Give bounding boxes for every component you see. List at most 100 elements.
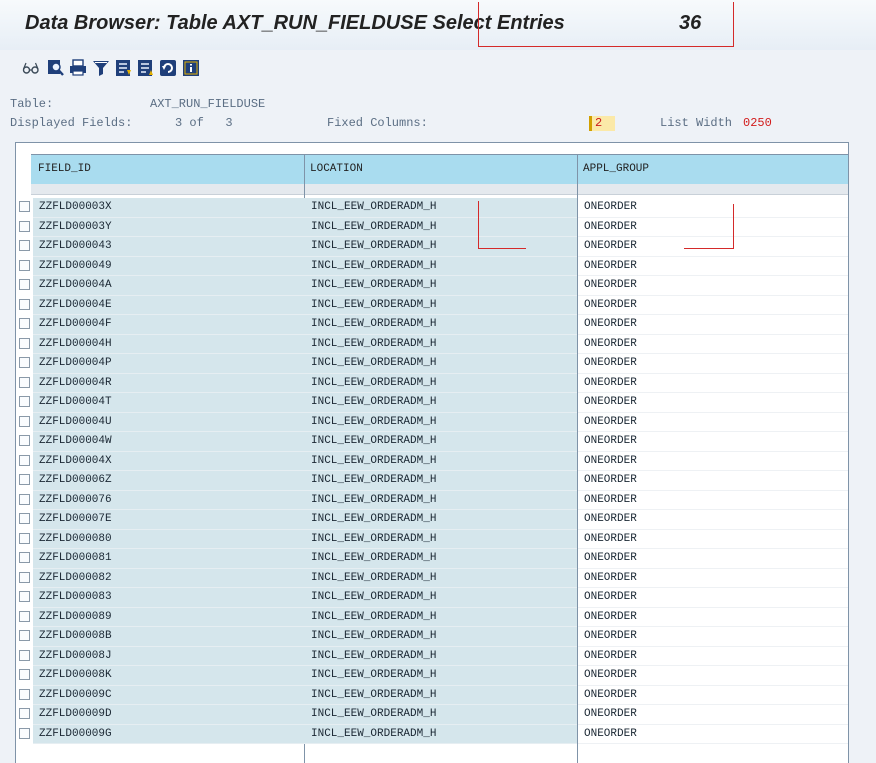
cell-appl-group[interactable]: ONEORDER (578, 217, 848, 237)
row-select-checkbox[interactable] (19, 610, 30, 622)
cell-appl-group[interactable]: ONEORDER (578, 295, 848, 315)
cell-appl-group[interactable]: ONEORDER (578, 685, 848, 705)
cell-appl-group[interactable]: ONEORDER (578, 354, 848, 374)
cell-field-id[interactable]: ZZFLD00004F (33, 315, 319, 335)
cell-appl-group[interactable]: ONEORDER (578, 198, 848, 218)
table-row[interactable]: ZZFLD000083 INCL_EEW_ORDERADM_H ONEORDER (16, 588, 848, 608)
cell-field-id[interactable]: ZZFLD000089 (33, 607, 319, 627)
cell-appl-group[interactable]: ONEORDER (578, 588, 848, 608)
cell-location[interactable]: INCL_EEW_ORDERADM_H (305, 685, 577, 705)
cell-location[interactable]: INCL_EEW_ORDERADM_H (305, 412, 577, 432)
cell-location[interactable]: INCL_EEW_ORDERADM_H (305, 237, 577, 257)
cell-location[interactable]: INCL_EEW_ORDERADM_H (305, 724, 577, 744)
cell-location[interactable]: INCL_EEW_ORDERADM_H (305, 373, 577, 393)
cell-location[interactable]: INCL_EEW_ORDERADM_H (305, 295, 577, 315)
cell-appl-group[interactable]: ONEORDER (578, 276, 848, 296)
cell-field-id[interactable]: ZZFLD000081 (33, 549, 319, 569)
cell-field-id[interactable]: ZZFLD00008K (33, 666, 319, 686)
cell-appl-group[interactable]: ONEORDER (578, 471, 848, 491)
cell-location[interactable]: INCL_EEW_ORDERADM_H (305, 549, 577, 569)
table-row[interactable]: ZZFLD000089 INCL_EEW_ORDERADM_H ONEORDER (16, 607, 848, 627)
table-row[interactable]: ZZFLD000082 INCL_EEW_ORDERADM_H ONEORDER (16, 568, 848, 588)
cell-location[interactable]: INCL_EEW_ORDERADM_H (305, 588, 577, 608)
cell-field-id[interactable]: ZZFLD000049 (33, 256, 319, 276)
column-header-appl-group[interactable]: APPL_GROUP (578, 155, 848, 184)
cell-location[interactable]: INCL_EEW_ORDERADM_H (305, 451, 577, 471)
table-row[interactable]: ZZFLD00004E INCL_EEW_ORDERADM_H ONEORDER (16, 295, 848, 315)
cell-location[interactable]: INCL_EEW_ORDERADM_H (305, 198, 577, 218)
table-row[interactable]: ZZFLD00009D INCL_EEW_ORDERADM_H ONEORDER (16, 705, 848, 725)
row-select-checkbox[interactable] (19, 240, 30, 251)
column-header-location[interactable]: LOCATION (305, 155, 577, 184)
row-select-checkbox[interactable] (19, 396, 30, 407)
row-select-checkbox[interactable] (19, 279, 30, 290)
cell-location[interactable]: INCL_EEW_ORDERADM_H (305, 471, 577, 491)
cell-appl-group[interactable]: ONEORDER (578, 627, 848, 647)
cell-field-id[interactable]: ZZFLD00008B (33, 627, 319, 647)
row-select-checkbox[interactable] (19, 474, 30, 485)
cell-appl-group[interactable]: ONEORDER (578, 724, 848, 744)
cell-field-id[interactable]: ZZFLD000076 (33, 490, 319, 510)
row-select-checkbox[interactable] (19, 708, 30, 719)
row-select-checkbox[interactable] (19, 298, 30, 310)
table-row[interactable]: ZZFLD00004U INCL_EEW_ORDERADM_H ONEORDER (16, 412, 848, 432)
row-select-checkbox[interactable] (19, 435, 30, 446)
row-select-checkbox[interactable] (19, 493, 30, 505)
cell-field-id[interactable]: ZZFLD00009D (33, 705, 319, 725)
cell-appl-group[interactable]: ONEORDER (578, 549, 848, 569)
cell-location[interactable]: INCL_EEW_ORDERADM_H (305, 627, 577, 647)
table-row[interactable]: ZZFLD00004H INCL_EEW_ORDERADM_H ONEORDER (16, 334, 848, 354)
info-icon[interactable] (182, 59, 200, 77)
row-select-checkbox[interactable] (19, 259, 30, 271)
glasses-icon[interactable] (22, 59, 40, 77)
table-row[interactable]: ZZFLD00008B INCL_EEW_ORDERADM_H ONEORDER (16, 627, 848, 647)
cell-field-id[interactable]: ZZFLD000043 (33, 237, 319, 257)
row-select-checkbox[interactable] (19, 649, 30, 661)
cell-appl-group[interactable]: ONEORDER (578, 529, 848, 549)
cell-field-id[interactable]: ZZFLD00004A (33, 276, 319, 296)
cell-field-id[interactable]: ZZFLD000080 (33, 529, 319, 549)
cell-field-id[interactable]: ZZFLD00004W (33, 432, 319, 452)
cell-location[interactable]: INCL_EEW_ORDERADM_H (305, 217, 577, 237)
cell-field-id[interactable]: ZZFLD000082 (33, 568, 319, 588)
cell-field-id[interactable]: ZZFLD00004X (33, 451, 319, 471)
table-row[interactable]: ZZFLD00003X INCL_EEW_ORDERADM_H ONEORDER (16, 198, 848, 218)
cell-location[interactable]: INCL_EEW_ORDERADM_H (305, 393, 577, 413)
filter-icon[interactable] (92, 59, 110, 77)
row-select-checkbox[interactable] (19, 591, 30, 602)
cell-appl-group[interactable]: ONEORDER (578, 705, 848, 725)
cell-field-id[interactable]: ZZFLD000083 (33, 588, 319, 608)
cell-appl-group[interactable]: ONEORDER (578, 432, 848, 452)
cell-field-id[interactable]: ZZFLD00003X (33, 198, 319, 218)
cell-field-id[interactable]: ZZFLD00008J (33, 646, 319, 666)
row-select-checkbox[interactable] (19, 454, 30, 466)
table-row[interactable]: ZZFLD00004R INCL_EEW_ORDERADM_H ONEORDER (16, 373, 848, 393)
cell-appl-group[interactable]: ONEORDER (578, 315, 848, 335)
cell-field-id[interactable]: ZZFLD00004H (33, 334, 319, 354)
cell-location[interactable]: INCL_EEW_ORDERADM_H (305, 315, 577, 335)
table-row[interactable]: ZZFLD00009C INCL_EEW_ORDERADM_H ONEORDER (16, 685, 848, 705)
cell-location[interactable]: INCL_EEW_ORDERADM_H (305, 276, 577, 296)
table-row[interactable]: ZZFLD000043 INCL_EEW_ORDERADM_H ONEORDER (16, 237, 848, 257)
table-row[interactable]: ZZFLD00009G INCL_EEW_ORDERADM_H ONEORDER (16, 724, 848, 744)
cell-appl-group[interactable]: ONEORDER (578, 510, 848, 530)
table-row[interactable]: ZZFLD00004P INCL_EEW_ORDERADM_H ONEORDER (16, 354, 848, 374)
cell-field-id[interactable]: ZZFLD00004P (33, 354, 319, 374)
row-select-checkbox[interactable] (19, 571, 30, 583)
cell-location[interactable]: INCL_EEW_ORDERADM_H (305, 607, 577, 627)
cell-location[interactable]: INCL_EEW_ORDERADM_H (305, 666, 577, 686)
row-select-checkbox[interactable] (19, 357, 30, 368)
cell-appl-group[interactable]: ONEORDER (578, 666, 848, 686)
cell-appl-group[interactable]: ONEORDER (578, 334, 848, 354)
row-select-checkbox[interactable] (19, 201, 30, 212)
cell-location[interactable]: INCL_EEW_ORDERADM_H (305, 334, 577, 354)
cell-appl-group[interactable]: ONEORDER (578, 393, 848, 413)
print-icon[interactable] (69, 59, 87, 77)
cell-field-id[interactable]: ZZFLD00004U (33, 412, 319, 432)
cell-appl-group[interactable]: ONEORDER (578, 256, 848, 276)
cell-field-id[interactable]: ZZFLD00003Y (33, 217, 319, 237)
cell-field-id[interactable]: ZZFLD00004E (33, 295, 319, 315)
cell-location[interactable]: INCL_EEW_ORDERADM_H (305, 256, 577, 276)
cell-appl-group[interactable]: ONEORDER (578, 412, 848, 432)
row-select-checkbox[interactable] (19, 532, 30, 544)
